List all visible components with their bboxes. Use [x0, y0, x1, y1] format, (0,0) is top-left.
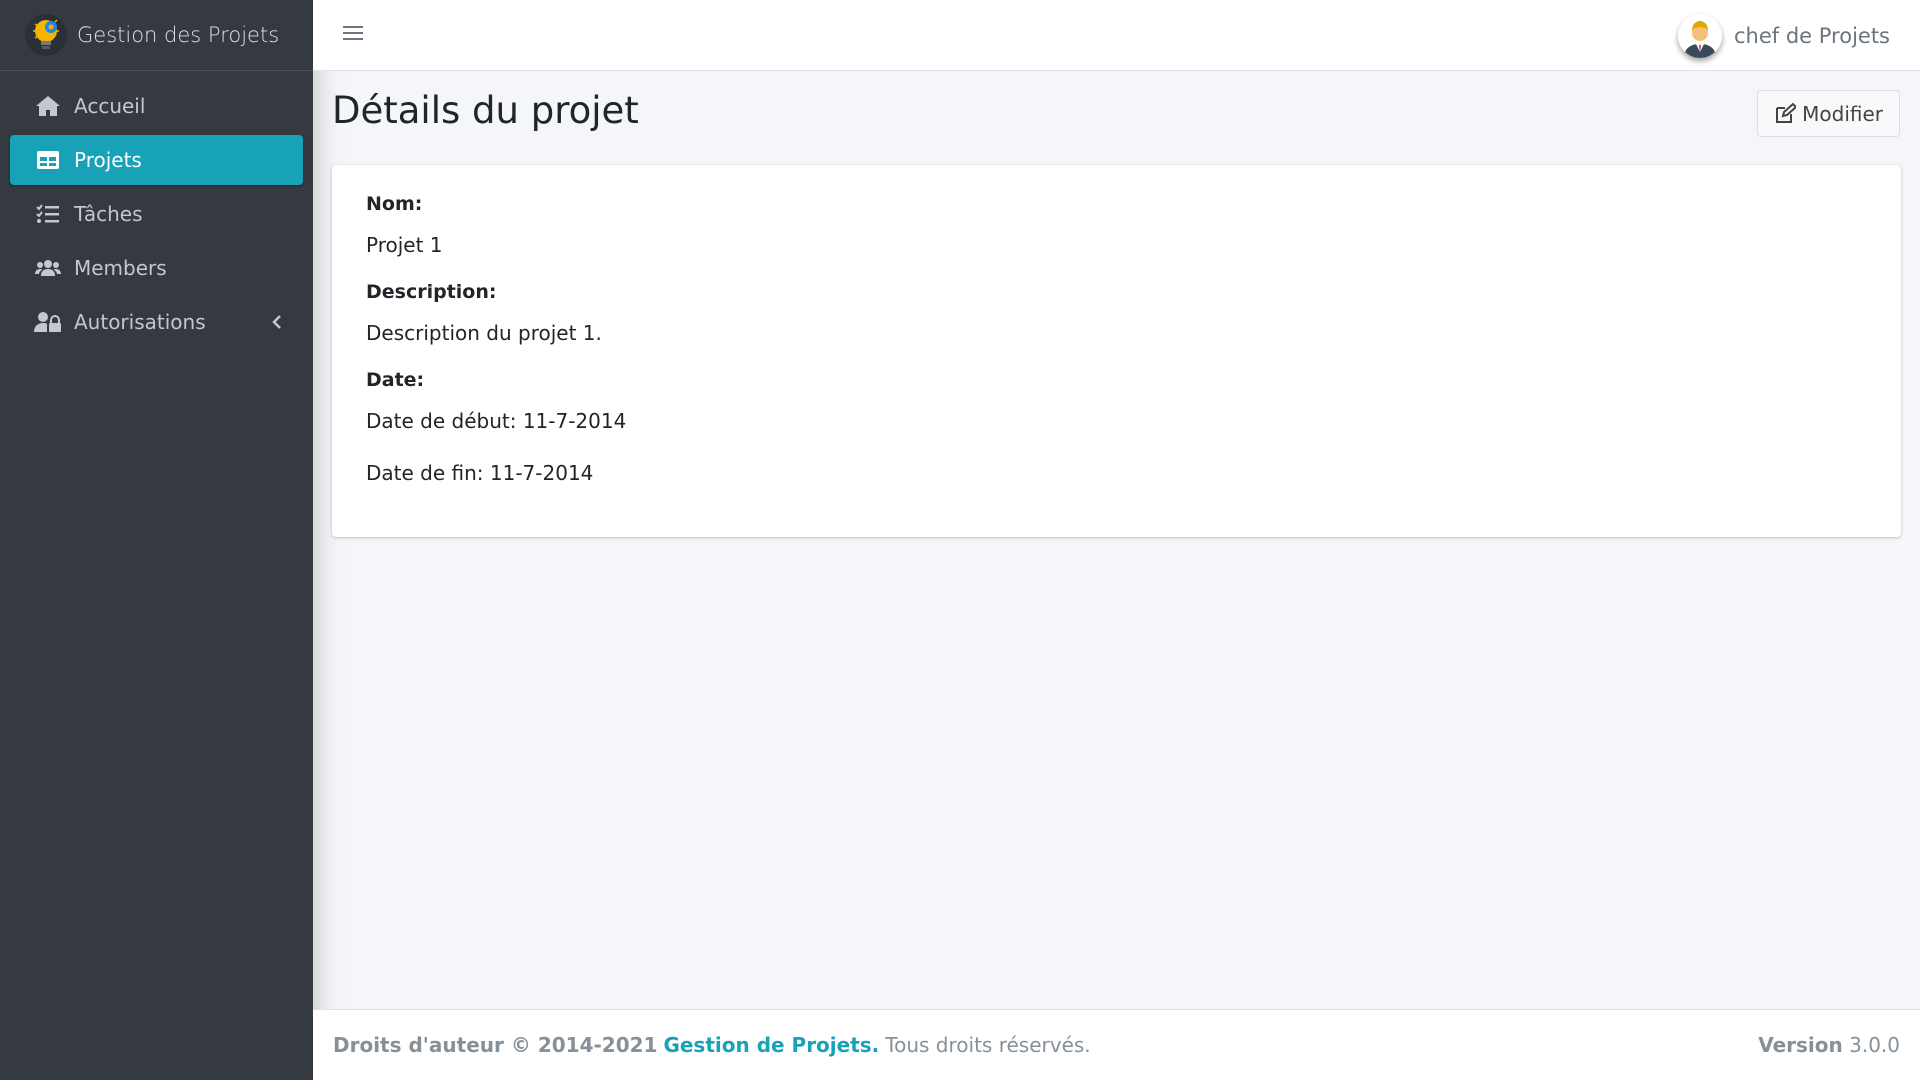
date-label: Date:: [366, 369, 425, 391]
lightbulb-gear-icon: [25, 14, 67, 56]
footer-rights: Tous droits réservés.: [885, 1033, 1091, 1057]
table-icon: [34, 146, 62, 174]
sidebar: Gestion des Projets Accueil Projets Tâch…: [0, 0, 313, 1080]
sidebar-nav: Accueil Projets Tâches Members Autorisat…: [0, 71, 313, 347]
sidebar-item-label: Projets: [74, 148, 142, 172]
top-navbar: chef de Projets: [313, 0, 1920, 71]
hamburger-icon: [343, 25, 363, 45]
footer-company-link[interactable]: Gestion de Projets.: [663, 1033, 879, 1057]
brand-link[interactable]: Gestion des Projets: [0, 0, 313, 71]
footer-copyright: Droits d'auteur © 2014-2021: [333, 1033, 658, 1057]
project-description: Description du projet 1.: [366, 321, 602, 345]
chevron-left-icon: [269, 314, 285, 330]
project-start-date: Date de début: 11-7-2014: [366, 409, 627, 433]
content-wrapper: Détails du projet Modifier Nom: Projet 1…: [313, 71, 1920, 1009]
name-label: Nom:: [366, 193, 423, 215]
sidebar-item-label: Accueil: [74, 94, 146, 118]
project-details-card: Nom: Projet 1 Description: Description d…: [332, 165, 1901, 537]
page-title: Détails du projet: [332, 89, 639, 132]
user-name: chef de Projets: [1733, 23, 1890, 48]
footer: Droits d'auteur © 2014-2021 Gestion de P…: [313, 1009, 1920, 1080]
sidebar-item-projets[interactable]: Projets: [10, 135, 303, 185]
hamburger-menu-button[interactable]: [340, 22, 366, 48]
footer-version: Version 3.0.0: [1758, 1033, 1900, 1057]
tasks-icon: [34, 200, 62, 228]
brand-title: Gestion des Projets: [77, 23, 280, 47]
project-name: Projet 1: [366, 233, 443, 257]
avatar: [1677, 13, 1722, 58]
edit-button-label: Modifier: [1802, 101, 1883, 126]
sidebar-item-autorisations[interactable]: Autorisations: [10, 297, 303, 347]
user-menu[interactable]: chef de Projets: [1677, 0, 1890, 71]
description-label: Description:: [366, 281, 497, 303]
version-label: Version: [1758, 1033, 1843, 1057]
sidebar-item-members[interactable]: Members: [10, 243, 303, 293]
sidebar-item-taches[interactable]: Tâches: [10, 189, 303, 239]
sidebar-item-label: Members: [74, 256, 167, 280]
edit-button[interactable]: Modifier: [1757, 90, 1900, 137]
version-number: 3.0.0: [1849, 1033, 1900, 1057]
edit-icon: [1774, 102, 1797, 125]
sidebar-item-label: Tâches: [74, 202, 143, 226]
user-lock-icon: [34, 308, 62, 336]
project-end-date: Date de fin: 11-7-2014: [366, 461, 594, 485]
home-icon: [34, 92, 62, 120]
sidebar-item-accueil[interactable]: Accueil: [10, 81, 303, 131]
sidebar-item-label: Autorisations: [74, 310, 206, 334]
users-icon: [34, 254, 62, 282]
